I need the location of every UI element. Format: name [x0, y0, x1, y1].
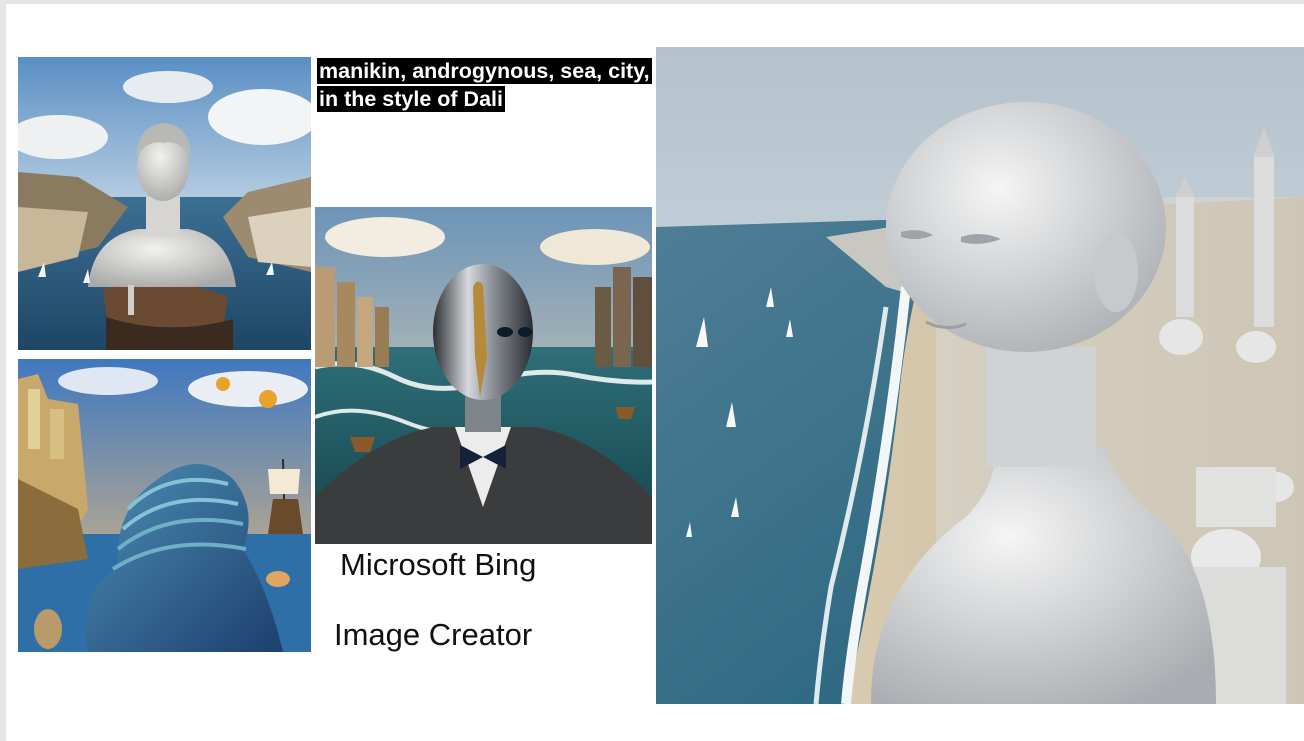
image-marble-torso-bay	[18, 57, 311, 350]
caption-image-creator: Image Creator	[334, 617, 533, 652]
image-white-mannequin-coast	[656, 47, 1304, 704]
image-surreal-blue-figure	[18, 359, 311, 652]
image-chrome-head-suit	[315, 207, 652, 544]
caption-microsoft-bing: Microsoft Bing	[340, 547, 537, 582]
prompt-caption: manikin, androgynous, sea, city, in the …	[317, 57, 657, 113]
slide: manikin, androgynous, sea, city, in the …	[6, 4, 1304, 741]
prompt-text: manikin, androgynous, sea, city, in the …	[317, 58, 652, 112]
